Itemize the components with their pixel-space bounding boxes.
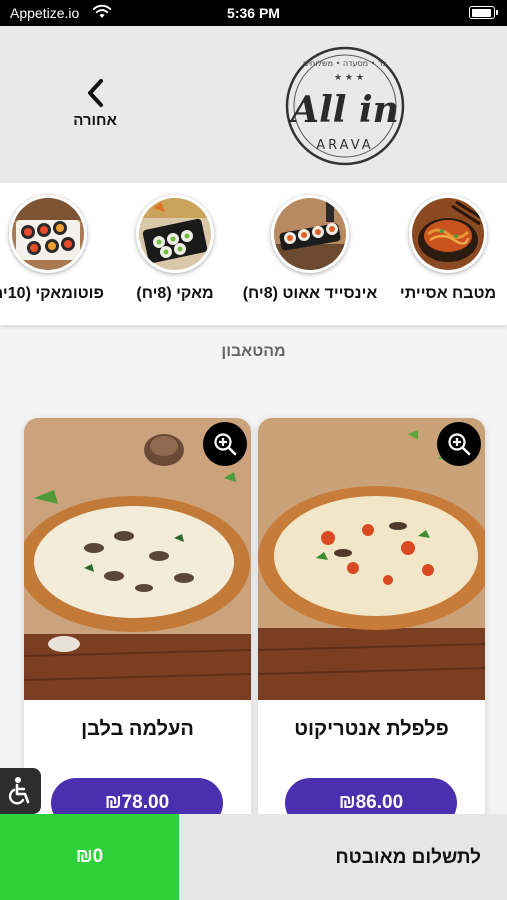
restaurant-logo: בר • מסעדה • משלוחים ★ ★ ★ All in ARAVA	[280, 44, 410, 168]
svg-text:★ ★ ★: ★ ★ ★	[334, 73, 364, 83]
cart-total-button[interactable]: ₪0	[0, 814, 179, 900]
wheelchair-icon	[8, 777, 30, 805]
svg-text:בר • מסעדה • משלוחים: בר • מסעדה • משלוחים	[303, 59, 388, 68]
chevron-left-icon	[88, 79, 103, 107]
svg-text:ARAVA: ARAVA	[316, 138, 373, 153]
zoom-in-icon	[448, 433, 471, 456]
category-maki[interactable]: מאקי (8יח)	[105, 195, 245, 315]
noodle-bowl-thumbnail	[409, 195, 487, 273]
header: אחורה בר • מסעדה • משלוחים ★ ★ ★ All in …	[0, 26, 507, 183]
category-futomaki[interactable]: פוטומאקי (10יח	[0, 195, 118, 315]
status-bar: Appetize.io 5:36 PM	[0, 0, 507, 26]
zoom-in-icon	[214, 433, 237, 456]
checkout-label: לתשלום מאובטח	[335, 847, 481, 868]
bottom-bar: ₪0 לתשלום מאובטח	[0, 814, 507, 900]
zoom-button[interactable]	[203, 422, 247, 466]
secure-checkout-button[interactable]: לתשלום מאובטח	[179, 814, 507, 900]
inside-out-roll-thumbnail	[271, 195, 349, 273]
battery-icon	[469, 6, 498, 19]
category-asian-kitchen[interactable]: מטבח אסייתי	[378, 195, 507, 315]
maki-roll-thumbnail	[136, 195, 214, 273]
category-label: אינסייד אאוט (8יח)	[242, 285, 378, 302]
back-label: אחורה	[73, 112, 117, 129]
category-label: פוטומאקי (10יח	[0, 285, 104, 302]
futomaki-roll-thumbnail	[9, 195, 87, 273]
category-label: מאקי (8יח)	[136, 285, 214, 302]
back-button[interactable]: אחורה	[70, 78, 120, 134]
accessibility-button[interactable]	[0, 768, 41, 814]
category-inside-out[interactable]: אינסייד אאוט (8יח)	[240, 195, 380, 315]
product-name: העלמה בלבן	[81, 718, 194, 740]
product-card[interactable]: פלפלת אנטריקוט ₪86.00	[258, 418, 485, 838]
category-strip: מטבח אסייתי אינסייד אאוט (8יח) מאקי (8יח…	[0, 183, 507, 325]
clock: 5:36 PM	[227, 5, 280, 21]
svg-text:All in: All in	[288, 89, 399, 131]
section-title: מהטאבון	[221, 343, 286, 360]
product-name: פלפלת אנטריקוט	[294, 718, 449, 740]
product-card[interactable]: העלמה בלבן ₪78.00	[24, 418, 251, 838]
category-label: מטבח אסייתי	[399, 285, 497, 302]
zoom-button[interactable]	[437, 422, 481, 466]
